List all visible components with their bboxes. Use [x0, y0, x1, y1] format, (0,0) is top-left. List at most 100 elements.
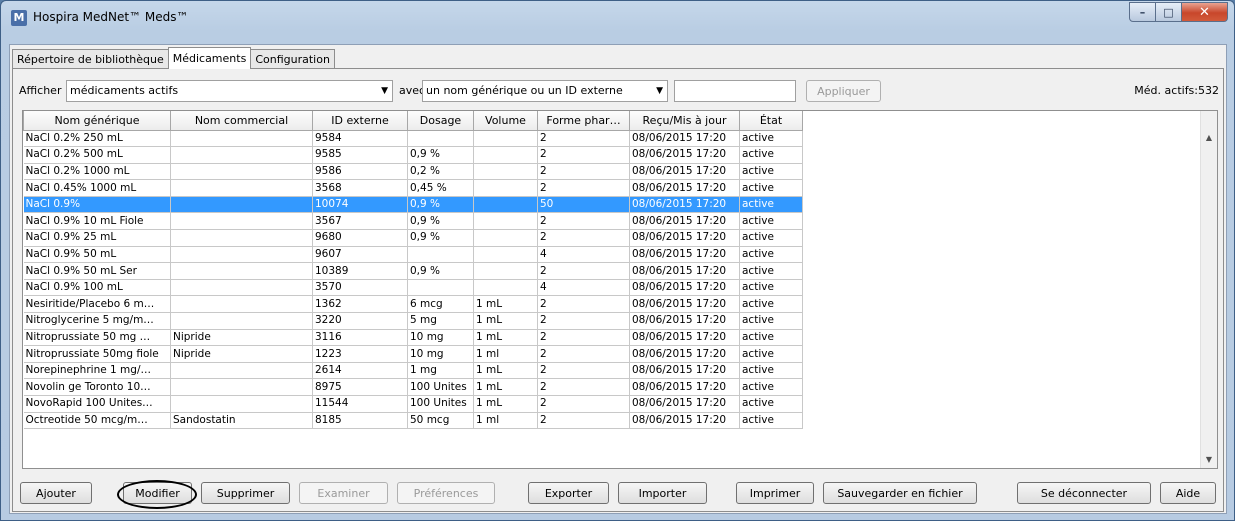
cell-brand-name [170, 262, 313, 280]
table-row[interactable]: Nitroprussiate 50mg fiole Nipride 1223 10 m… [23, 345, 803, 363]
cell-brand-name [170, 130, 313, 148]
help-button[interactable]: Aide [1160, 482, 1216, 504]
cell-volume: 1 ml [473, 412, 538, 430]
cell-status: active [739, 412, 803, 430]
column-header-generic-name[interactable]: Nom générique [23, 111, 171, 131]
table-row[interactable]: Novolin ge Toronto 10… 8975 100 Unites 1 mL… [23, 378, 803, 396]
cell-updated: 08/06/2015 17:20 [629, 146, 740, 164]
cell-volume [473, 262, 538, 280]
maximize-icon: □ [1163, 5, 1174, 19]
tab-configuration[interactable]: Configuration [250, 49, 335, 69]
show-select[interactable]: médicaments actifs ▼ [66, 80, 393, 102]
table-row[interactable]: NaCl 0.2% 500 mL 9585 0,9 % 2 08/06/2015 17:… [23, 146, 803, 164]
cell-dosage-form: 2 [537, 295, 630, 314]
cell-dosage-form: 2 [537, 146, 630, 164]
cell-generic-name: NaCl 0.9% 10 mL Fiole [23, 212, 171, 231]
print-button[interactable]: Imprimer [736, 482, 814, 504]
maximize-button[interactable]: □ [1156, 2, 1182, 22]
cell-updated: 08/06/2015 17:20 [629, 345, 740, 363]
cell-dosage: 0,9 % [407, 212, 474, 231]
cell-status: active [739, 146, 803, 164]
table-row[interactable]: NaCl 0.9% 50 mL Ser 10389 0,9 % 2 08/06/2015… [23, 262, 803, 280]
table-row[interactable]: Norepinephrine 1 mg/… 2614 1 mg 1 mL 2 08/06/… [23, 362, 803, 380]
cell-generic-name: NaCl 0.45% 1000 mL [23, 179, 171, 197]
delete-button[interactable]: Supprimer [201, 482, 290, 504]
examine-button[interactable]: Examiner [299, 482, 388, 504]
cell-external-id: 2614 [312, 362, 408, 380]
cell-dosage-form: 2 [537, 229, 630, 247]
cell-external-id: 3116 [312, 329, 408, 347]
modify-button[interactable]: Modifier [123, 482, 192, 504]
column-header-volume[interactable]: Volume [473, 111, 538, 131]
tab-medications[interactable]: Médicaments [167, 47, 252, 69]
minimize-button[interactable]: – [1129, 2, 1156, 22]
chevron-down-icon: ▼ [656, 86, 663, 96]
medications-table[interactable]: Nom générique Nom commercial ID externe … [22, 110, 1218, 469]
logout-button[interactable]: Se déconnecter [1017, 482, 1151, 504]
cell-status: active [739, 378, 803, 396]
save-to-file-button[interactable]: Sauvegarder en fichier [823, 482, 977, 504]
table-row[interactable]: Nitroglycerine 5 mg/m… 3220 5 mg 1 mL 2 08/06… [23, 312, 803, 330]
table-row[interactable]: NaCl 0.9% 25 mL 9680 0,9 % 2 08/06/2015 17:2… [23, 229, 803, 247]
cell-generic-name: NaCl 0.2% 250 mL [23, 130, 171, 148]
cell-status: active [739, 279, 803, 297]
table-row[interactable]: Nitroprussiate 50 mg … Nipride 3116 10 mg 1 … [23, 329, 803, 347]
cell-generic-name: Novolin ge Toronto 10… [23, 378, 171, 396]
column-header-received-updated[interactable]: Reçu/Mis à jour [629, 111, 740, 131]
table-row[interactable]: NaCl 0.2% 1000 mL 9586 0,2 % 2 08/06/2015 17… [23, 163, 803, 181]
cell-volume [473, 179, 538, 197]
cell-updated: 08/06/2015 17:20 [629, 362, 740, 380]
vertical-scrollbar[interactable]: ▲ ▼ [1200, 111, 1217, 468]
apply-button[interactable]: Appliquer [806, 80, 881, 102]
scroll-up-icon[interactable]: ▲ [1201, 129, 1217, 146]
cell-brand-name [170, 362, 313, 380]
cell-status: active [739, 130, 803, 148]
cell-dosage: 0,9 % [407, 262, 474, 280]
table-row[interactable]: NaCl 0.9% 100 mL 3570 4 08/06/2015 17:20 act… [23, 279, 803, 297]
cell-dosage-form: 2 [537, 395, 630, 413]
cell-external-id: 8185 [312, 412, 408, 430]
cell-volume: 1 ml [473, 345, 538, 363]
table-row[interactable]: NaCl 0.45% 1000 mL 3568 0,45 % 2 08/06/2015 … [23, 179, 803, 197]
column-header-external-id[interactable]: ID externe [312, 111, 408, 131]
table-row[interactable]: Octreotide 50 mcg/m… Sandostatin 8185 50 mc… [23, 412, 803, 430]
search-input[interactable] [674, 80, 796, 102]
cell-dosage: 50 mcg [407, 412, 474, 430]
cell-updated: 08/06/2015 17:20 [629, 295, 740, 314]
cell-external-id: 11544 [312, 395, 408, 413]
import-button[interactable]: Importer [618, 482, 707, 504]
cell-external-id: 9586 [312, 163, 408, 181]
show-select-value: médicaments actifs [70, 84, 179, 97]
table-row[interactable]: Nesiritide/Placebo 6 m… 1362 6 mcg 1 mL 2 08/… [23, 295, 803, 314]
column-header-dosage-form[interactable]: Forme phar… [537, 111, 630, 131]
action-buttons: Ajouter Modifier Supprimer Examiner Préf… [13, 477, 1223, 509]
cell-dosage-form: 2 [537, 312, 630, 330]
cell-status: active [739, 262, 803, 280]
table-row[interactable]: NaCl 0.2% 250 mL 9584 2 08/06/2015 17:20 act… [23, 130, 803, 148]
column-header-status[interactable]: État [739, 111, 803, 131]
tab-library-directory[interactable]: Répertoire de bibliothèque [12, 49, 169, 69]
title-bar[interactable]: M Hospira MedNet™ Meds™ – □ ✕ [1, 1, 1234, 35]
cell-volume: 1 mL [473, 295, 538, 314]
filter-bar: Afficher médicaments actifs ▼ avec un no… [13, 69, 1223, 105]
scroll-down-icon[interactable]: ▼ [1201, 451, 1217, 468]
cell-generic-name: NaCl 0.9% 50 mL Ser [23, 262, 171, 280]
preferences-button[interactable]: Préférences [397, 482, 495, 504]
cell-external-id: 3568 [312, 179, 408, 197]
table-row[interactable]: NovoRapid 100 Unites… 11544 100 Unites 1 mL… [23, 395, 803, 413]
export-button[interactable]: Exporter [528, 482, 609, 504]
cell-brand-name [170, 212, 313, 231]
add-button[interactable]: Ajouter [20, 482, 92, 504]
cell-dosage-form: 2 [537, 179, 630, 197]
cell-updated: 08/06/2015 17:20 [629, 279, 740, 297]
cell-dosage-form: 2 [537, 329, 630, 347]
table-row[interactable]: NaCl 0.9% 10 mL Fiole 3567 0,9 % 2 08/06/201… [23, 212, 803, 231]
search-by-select[interactable]: un nom générique ou un ID externe ▼ [422, 80, 668, 102]
table-row-selected[interactable]: NaCl 0.9% 10074 0,9 % 50 08/06/2015 17:20 act… [23, 196, 803, 214]
table-row[interactable]: NaCl 0.9% 50 mL 9607 4 08/06/2015 17:20 acti… [23, 246, 803, 264]
cell-dosage: 10 mg [407, 329, 474, 347]
column-header-brand-name[interactable]: Nom commercial [170, 111, 313, 131]
close-button[interactable]: ✕ [1182, 2, 1228, 22]
column-header-dosage[interactable]: Dosage [407, 111, 474, 131]
cell-updated: 08/06/2015 17:20 [629, 329, 740, 347]
